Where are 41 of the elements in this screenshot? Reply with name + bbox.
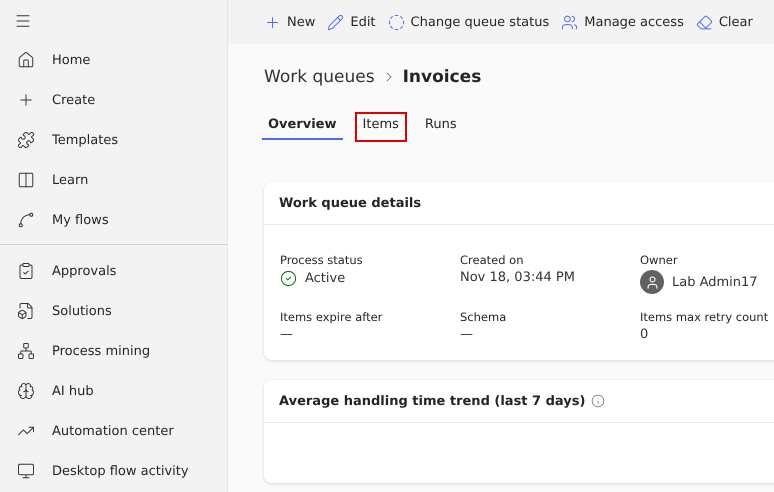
field-label: Owner — [640, 253, 679, 267]
sidebar-item[interactable]: Templates — [0, 120, 227, 160]
field-label: Process status — [280, 253, 364, 267]
info-icon — [591, 394, 606, 408]
card-title: Work queue details — [279, 196, 422, 210]
toolbar-button[interactable]: Change queue status — [388, 14, 550, 30]
field-label: Items expire after — [280, 310, 384, 324]
toolbar-button[interactable]: Edit — [327, 14, 376, 30]
desktop-icon — [17, 462, 35, 480]
tab[interactable]: Runs — [416, 112, 465, 142]
toolbar-button[interactable]: Manage access — [561, 14, 684, 30]
edit-icon — [327, 14, 344, 30]
field-label: Schema — [460, 310, 508, 324]
home-icon — [17, 51, 35, 69]
field-value: — — [280, 327, 293, 342]
sidebar-item[interactable]: Create — [0, 80, 227, 120]
sidebar-item[interactable]: My flows — [0, 200, 227, 240]
sidebar-item[interactable]: Solutions — [0, 291, 227, 331]
field-value: 0 — [640, 327, 648, 342]
field-value: Active — [305, 271, 346, 286]
sidebar-item[interactable]: Learn — [0, 160, 227, 200]
sidebar-item[interactable]: AI hub — [0, 371, 227, 411]
sidebar-item[interactable]: Approvals — [0, 251, 227, 291]
tab[interactable]: Items — [354, 112, 407, 142]
field-label: Items max retry count — [640, 310, 770, 324]
field-value: Lab Admin17 — [672, 274, 758, 290]
tab[interactable]: Overview — [260, 112, 345, 142]
sidebar-item[interactable]: Desktop flow activity — [0, 451, 227, 491]
page-title: Invoices — [402, 67, 482, 87]
toolbar-button[interactable]: New — [264, 14, 316, 30]
sidebar-item[interactable]: Process mining — [0, 331, 227, 371]
sidebar-item[interactable]: Automation center — [0, 411, 227, 451]
toolbar-button[interactable]: Clear — [696, 14, 753, 30]
breadcrumb-link[interactable]: Work queues — [264, 67, 375, 87]
field-label: Created on — [460, 253, 524, 267]
sidebar-item[interactable]: Home — [0, 40, 227, 80]
field-value: — — [460, 327, 473, 342]
card-title: Average handling time trend (last 7 days) — [279, 394, 586, 408]
field-value: Nov 18, 03:44 PM — [460, 270, 575, 285]
check-circle-icon — [280, 270, 297, 287]
avatar-icon — [640, 270, 664, 294]
